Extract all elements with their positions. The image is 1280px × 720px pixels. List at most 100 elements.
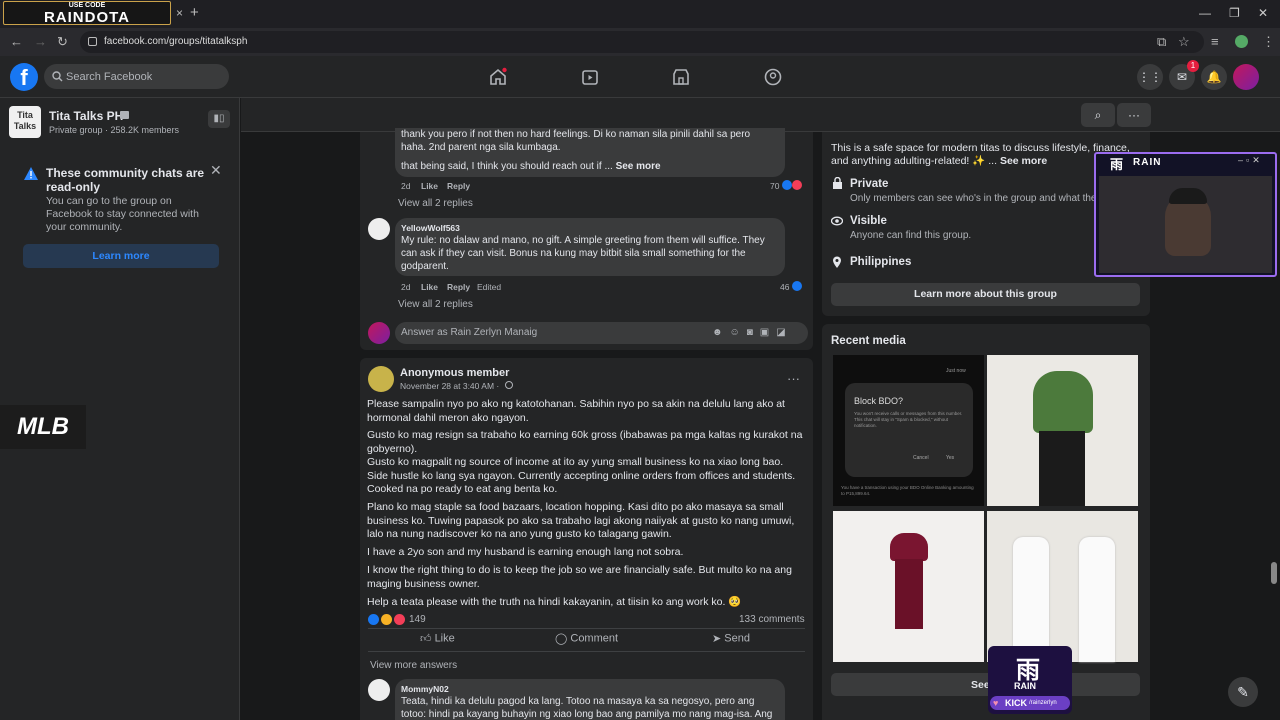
forward-icon[interactable]: → (34, 34, 47, 49)
facebook-logo-icon[interactable]: f (10, 63, 38, 91)
collapse-panel-icon[interactable]: ▮▯ (208, 110, 230, 128)
profile-icon[interactable] (1235, 35, 1248, 48)
sticker-icon[interactable]: ◪ (776, 327, 792, 338)
post-comment-label: Comment (570, 632, 619, 645)
chats-notice-title: These community chats are read-only (46, 166, 205, 194)
overlay-window-controls-icon: –▫✕ (1238, 155, 1263, 165)
gif-icon[interactable]: ▣ (760, 327, 776, 338)
learn-more-about-group-button[interactable]: Learn more about this group (831, 283, 1140, 306)
new-message-icon[interactable]: ✎ (1228, 677, 1258, 707)
group-logo[interactable]: Tita Talks (9, 106, 41, 138)
lock-icon (833, 177, 842, 189)
block-dialog-body: You won't receive calls or messages from… (854, 411, 963, 428)
group-search-icon[interactable]: ⌕ (1081, 103, 1115, 127)
eye-icon (831, 216, 843, 226)
groups-icon[interactable] (763, 67, 783, 87)
love-reaction-icon (792, 180, 802, 190)
url-text[interactable]: facebook.com/groups/titatalksph (104, 36, 247, 47)
about-description-text: This is a safe space for modern titas to… (831, 142, 1130, 167)
see-more-link[interactable]: See more (616, 161, 661, 172)
commenter-avatar[interactable] (368, 679, 390, 701)
post-like-label: Like (434, 632, 455, 645)
media-thumbnail[interactable]: Just now Block BDO? You won't receive ca… (833, 355, 984, 506)
post-send-button[interactable]: ➤ Send (712, 632, 750, 645)
reply-reply-button[interactable]: Reply (447, 181, 470, 191)
view-replies-link[interactable]: View all 2 replies (398, 299, 473, 310)
url-field[interactable] (80, 31, 1204, 53)
maximize-icon[interactable]: ❐ (1229, 6, 1240, 20)
post-comment-button[interactable]: ◯ Comment (555, 632, 618, 645)
thumbs-up-icon: 👍︎ (420, 633, 432, 645)
install-app-icon[interactable]: ⧉ (1157, 34, 1166, 50)
post-comment-count[interactable]: 133 comments (739, 614, 805, 625)
post-options-icon[interactable]: ··· (787, 371, 800, 386)
media-thumbnail[interactable] (987, 355, 1138, 506)
window-close-icon[interactable]: ✕ (1258, 6, 1268, 20)
search-placeholder[interactable]: Search Facebook (66, 71, 152, 83)
group-more-icon[interactable]: ··· (1117, 103, 1151, 127)
reply-text-2: that being said, I think you should reac… (401, 160, 661, 173)
group-title[interactable]: Tita Talks PH (49, 109, 123, 123)
media-controls-icon[interactable]: ≡ (1211, 34, 1219, 49)
reply-time: 2d (401, 181, 411, 191)
marketplace-icon[interactable] (671, 67, 691, 87)
overlay-brand: RAIN (1133, 157, 1162, 168)
video-icon[interactable] (580, 67, 600, 87)
white-suit-shape (1079, 537, 1115, 662)
reply-reaction-count: 70 (770, 181, 780, 191)
privacy-title: Private (850, 178, 889, 190)
account-avatar[interactable] (1233, 64, 1259, 90)
post-author[interactable]: Anonymous member (400, 367, 509, 379)
post-date[interactable]: November 28 at 3:40 AM · (400, 381, 499, 391)
camera-icon[interactable]: ◙ (747, 327, 760, 338)
reload-icon[interactable]: ↻ (57, 34, 68, 50)
learn-more-button[interactable]: Learn more (23, 244, 219, 268)
comment-time: 2d (401, 282, 411, 292)
site-info-icon[interactable] (88, 37, 97, 46)
block-dialog-title: Block BDO? (854, 396, 904, 406)
media-thumbnail[interactable] (833, 511, 984, 662)
send-icon: ➤ (712, 633, 722, 645)
comment-author[interactable]: YellowWolf563 (401, 223, 460, 233)
composer-icons[interactable]: ☻☺◙▣◪ (712, 327, 793, 338)
group-badge-icon (120, 111, 129, 119)
like-reaction-icon (368, 614, 379, 625)
my-avatar (368, 322, 390, 344)
comment-author[interactable]: MommyN02 (401, 684, 449, 694)
avatar-sticker-icon[interactable]: ☻ (712, 327, 730, 338)
browser-menu-icon[interactable]: ⋮ (1262, 34, 1275, 50)
emoji-icon[interactable]: ☺ (730, 327, 747, 338)
visibility-title: Visible (850, 215, 887, 227)
overlay-logo: 雨 (1110, 157, 1124, 172)
answer-placeholder[interactable]: Answer as Rain Zerlyn Manaig (401, 327, 537, 338)
minimize-icon[interactable]: — (1199, 6, 1211, 20)
view-more-answers-link[interactable]: View more answers (370, 660, 457, 671)
notifications-bell-icon[interactable]: 🔔 (1201, 64, 1227, 90)
back-icon[interactable]: ← (10, 34, 23, 49)
mlb-stream-logo: MLB (0, 405, 86, 449)
comment-text: My rule: no dalaw and mano, no gift. A s… (401, 235, 765, 272)
green-blouse-shape (1033, 371, 1093, 433)
comment-icon: ◯ (555, 633, 568, 645)
menu-grid-icon[interactable]: ⋮⋮ (1137, 64, 1163, 90)
reply-like-button[interactable]: Like (421, 181, 438, 191)
about-description: This is a safe space for modern titas to… (831, 142, 1137, 168)
post-reaction-count[interactable]: 149 (409, 614, 426, 625)
about-see-more-link[interactable]: See more (1000, 155, 1047, 167)
scrollbar-thumb[interactable] (1271, 562, 1277, 584)
close-notice-icon[interactable]: ✕ (210, 162, 222, 179)
post-like-button[interactable]: 👍︎ Like (420, 632, 455, 645)
home-icon[interactable] (488, 67, 508, 87)
new-tab-button[interactable]: + (190, 4, 199, 21)
comment-text: Teata, hindi ka delulu pagod ka lang. To… (401, 696, 773, 720)
see-all-media-label[interactable]: See (971, 679, 990, 691)
media-thumbnail[interactable] (987, 511, 1138, 662)
view-replies-link[interactable]: View all 2 replies (398, 198, 473, 209)
bookmark-star-icon[interactable]: ☆ (1178, 34, 1190, 50)
comment-like-button[interactable]: Like (421, 282, 438, 292)
block-dialog-cancel: Cancel (913, 455, 929, 461)
comment-reply-button[interactable]: Reply (447, 282, 470, 292)
close-tab-icon[interactable]: × (176, 6, 183, 20)
webcam-overlay: 雨 RAIN –▫✕ (1094, 152, 1277, 277)
commenter-avatar[interactable] (368, 218, 390, 240)
